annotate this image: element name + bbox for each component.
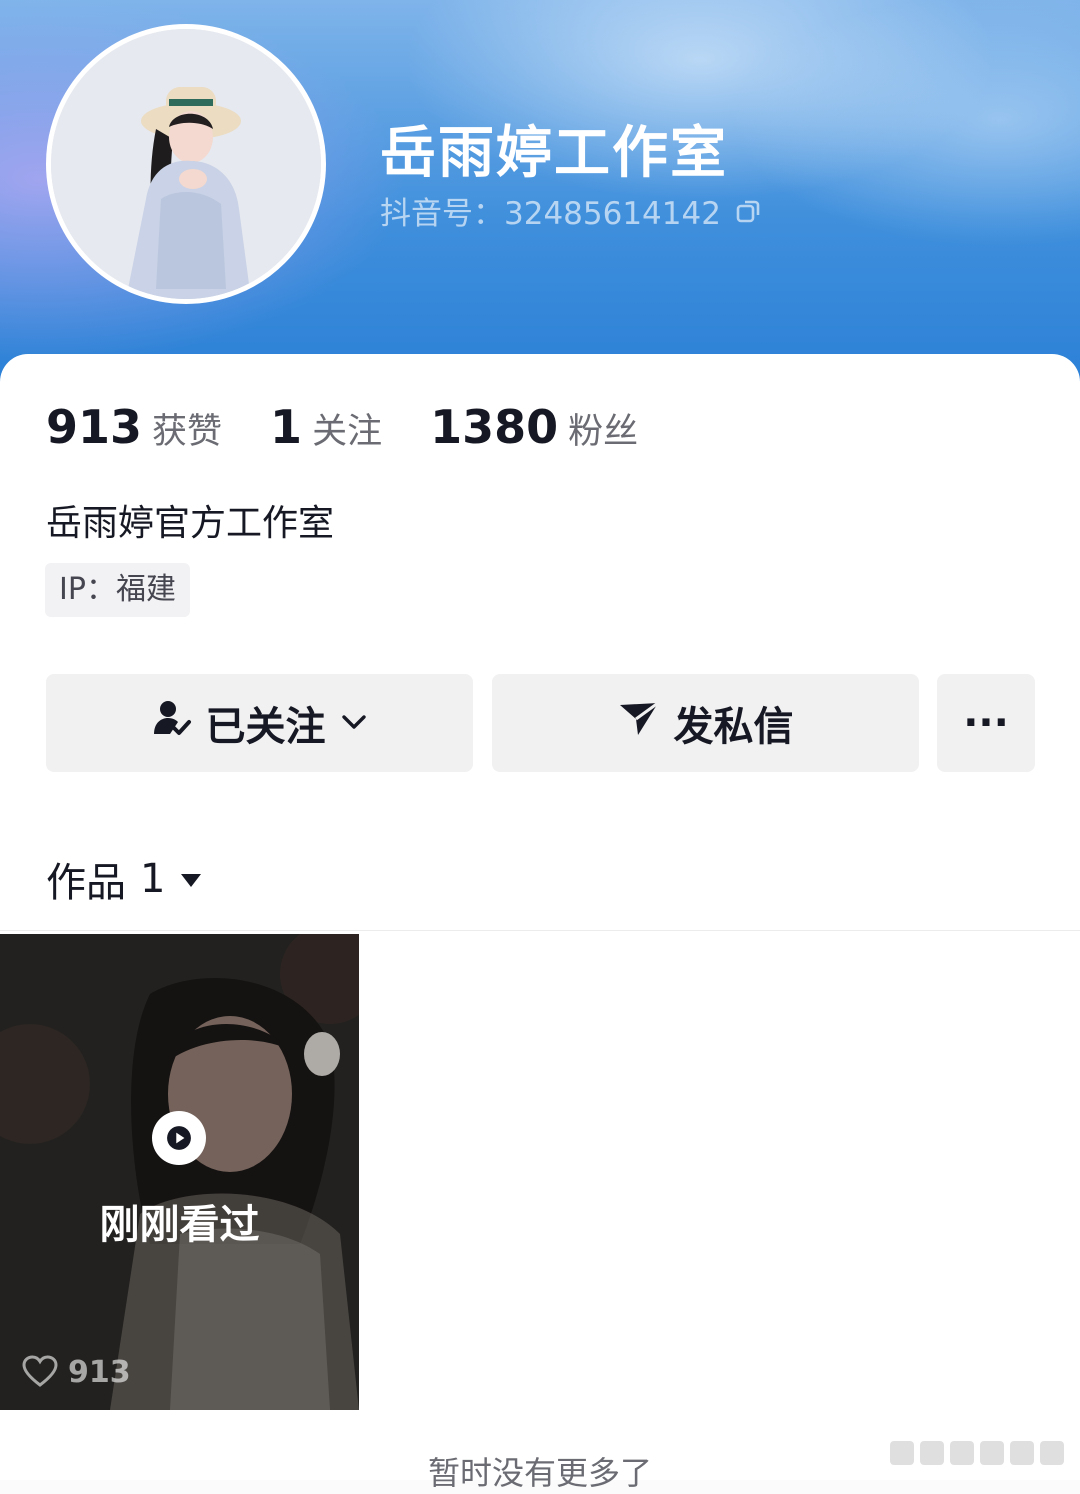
watermark-image (890, 1441, 1064, 1465)
send-icon (618, 697, 660, 749)
stat-value: 913 (46, 400, 143, 454)
video-likes: 913 (22, 1354, 131, 1390)
following-button[interactable]: 已关注 (46, 674, 473, 772)
works-count: 1 (140, 856, 166, 902)
send-message-button[interactable]: 发私信 (492, 674, 919, 772)
chevron-down-icon (340, 700, 368, 746)
send-message-label: 发私信 (673, 704, 794, 750)
profile-bio: 岳雨婷官方工作室 (46, 503, 335, 544)
video-cover-image (0, 934, 359, 1410)
following-label: 已关注 (205, 704, 326, 750)
stat-label: 粉丝 (568, 412, 639, 452)
stat-likes[interactable]: 913 获赞 (46, 400, 222, 454)
stats-row: 913 获赞 1 关注 1380 粉丝 (46, 400, 686, 454)
recently-watched-label: 刚刚看过 (99, 1202, 260, 1248)
user-check-icon (152, 698, 192, 748)
profile-name: 岳雨婷工作室 (380, 121, 728, 186)
stat-value: 1 (270, 400, 303, 454)
more-icon: ··· (963, 700, 1009, 746)
video-thumbnail[interactable]: 刚刚看过 913 (0, 934, 359, 1410)
stat-followers[interactable]: 1380 粉丝 (430, 400, 638, 454)
play-icon[interactable] (152, 1111, 206, 1165)
douyin-id-text: 抖音号：32485614142 (380, 196, 721, 232)
divider (0, 930, 1080, 931)
stat-value: 1380 (430, 400, 559, 454)
avatar-image (51, 29, 321, 299)
copy-icon[interactable] (735, 197, 763, 225)
avatar[interactable] (46, 24, 326, 304)
tab-works[interactable]: 作品 1 (46, 850, 203, 908)
dropdown-triangle-icon (179, 856, 203, 902)
douyin-id: 抖音号：32485614142 (380, 188, 763, 233)
stat-label: 关注 (312, 412, 383, 452)
works-tab-label: 作品 (46, 860, 126, 906)
heart-icon (22, 1355, 58, 1387)
more-button[interactable]: ··· (937, 674, 1035, 772)
video-likes-count: 913 (68, 1354, 131, 1390)
stat-following[interactable]: 1 关注 (270, 400, 382, 454)
ip-location-tag: IP：福建 (45, 563, 190, 617)
stat-label: 获赞 (152, 412, 223, 452)
